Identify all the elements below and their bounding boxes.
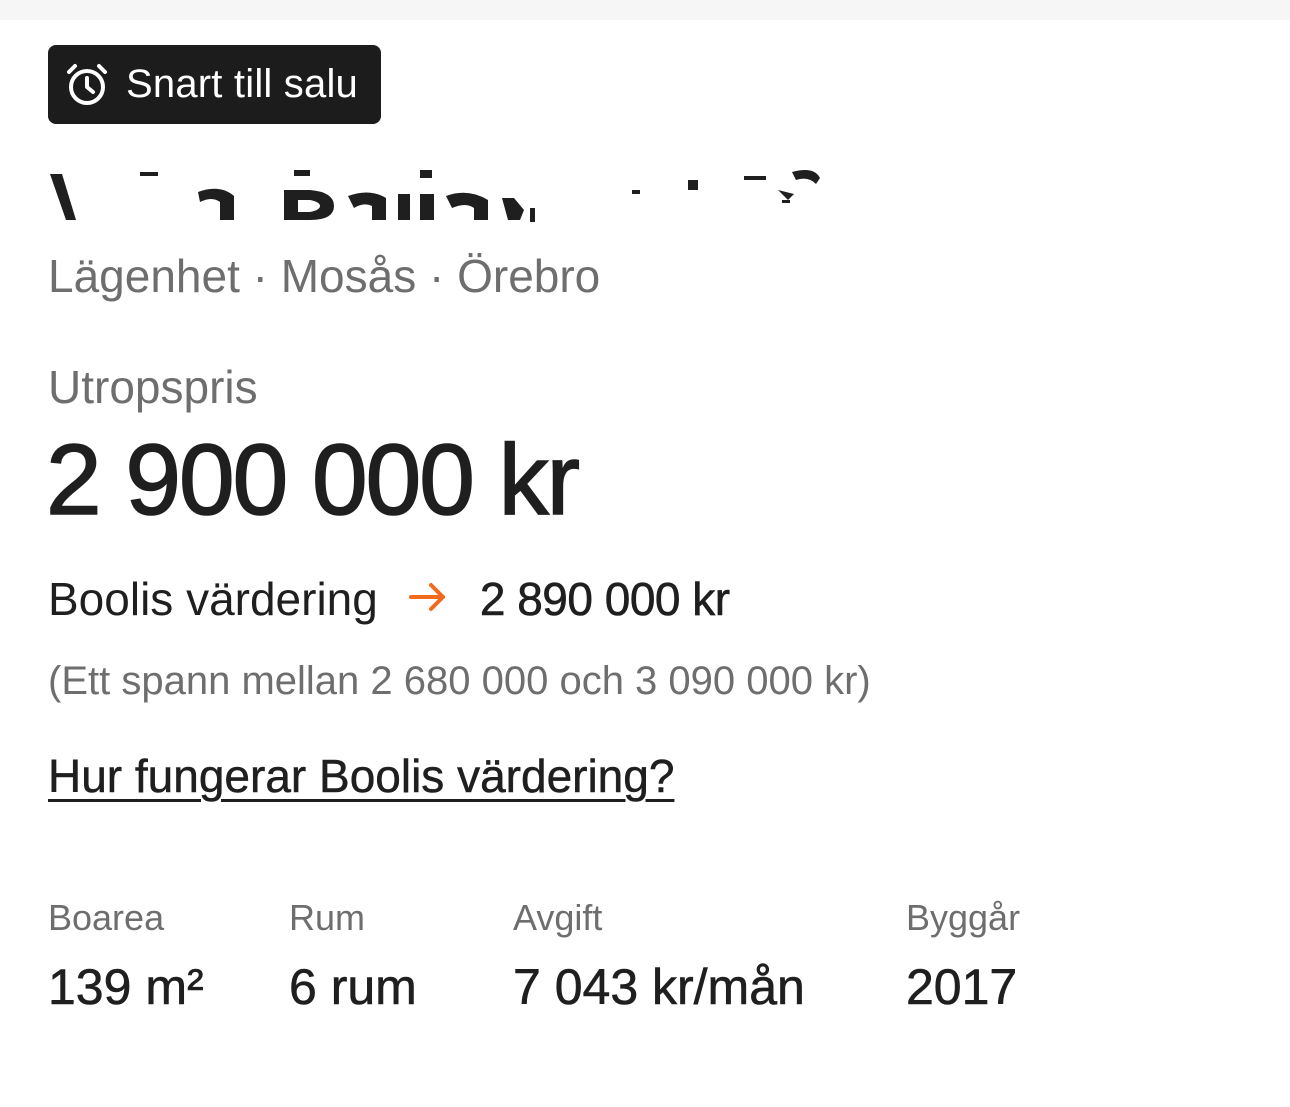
- fact-rooms: Rum 6 rum: [289, 895, 417, 1017]
- fact-build-year: Byggår 2017: [906, 895, 1020, 1017]
- alarm-clock-icon: [64, 62, 110, 108]
- fact-monthly-fee: Avgift 7 043 kr/mån: [513, 895, 805, 1017]
- listing-address-redacted: [48, 150, 838, 240]
- valuation-range: (Ett spann mellan 2 680 000 och 3 090 00…: [48, 659, 871, 703]
- fact-label: Boarea: [48, 897, 165, 938]
- listing-subtitle: Lägenhet · Mosås · Örebro: [48, 250, 601, 302]
- facts-grid: Boarea 139 m² Rum 6 rum Avgift 7 043 kr/…: [48, 895, 1148, 1025]
- badge-label: Snart till salu: [126, 62, 358, 106]
- fact-value: 2017: [906, 959, 1018, 1016]
- valuation-value: 2 890 000 kr: [479, 573, 731, 626]
- fact-living-area: Boarea 139 m²: [48, 895, 204, 1017]
- fact-value: 7 043 kr/mån: [513, 959, 805, 1016]
- top-strip: [0, 0, 1290, 20]
- asking-price-label: Utropspris: [48, 361, 258, 413]
- fact-label: Avgift: [513, 897, 603, 938]
- fact-label: Rum: [289, 897, 366, 938]
- valuation-info-link[interactable]: Hur fungerar Boolis värdering?: [48, 744, 675, 808]
- fact-value: 6 rum: [289, 959, 417, 1016]
- valuation-row: Boolis värdering 2 890 000 kr: [48, 567, 730, 631]
- coming-soon-badge: Snart till salu: [48, 45, 381, 124]
- valuation-label: Boolis värdering: [48, 573, 378, 625]
- asking-price-value: 2 900 000 kr: [45, 424, 581, 536]
- arrow-right-icon: [408, 581, 448, 618]
- fact-value: 139 m²: [48, 959, 204, 1016]
- fact-label: Byggår: [906, 897, 1021, 938]
